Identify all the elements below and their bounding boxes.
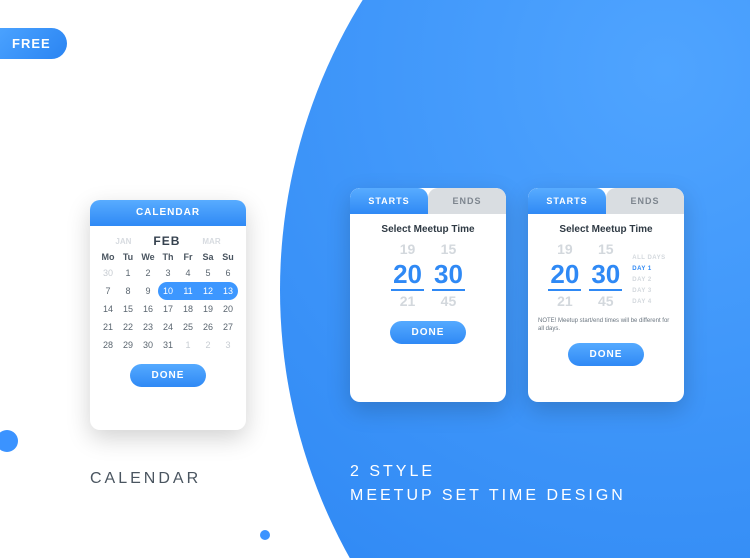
- hour-prev: 19: [389, 239, 426, 259]
- caption-line-1: 2 STYLE: [350, 460, 626, 484]
- picker-title: Select Meetup Time: [350, 214, 506, 239]
- minute-selected: 30: [589, 259, 622, 291]
- date-cell[interactable]: 21: [98, 318, 118, 336]
- date-cell[interactable]: 1: [118, 264, 138, 282]
- weekday-row: MoTuWeThFrSaSu: [90, 252, 246, 264]
- design-canvas: FREE CALENDAR JAN FEB MAR MoTuWeThFrSaSu…: [0, 0, 750, 558]
- date-cell[interactable]: 1: [178, 336, 198, 354]
- date-cell[interactable]: 16: [138, 300, 158, 318]
- done-button[interactable]: DONE: [568, 343, 645, 366]
- day-option-4[interactable]: DAY 4: [632, 297, 665, 308]
- date-cell[interactable]: 20: [218, 300, 238, 318]
- month-next[interactable]: MAR: [202, 237, 220, 246]
- date-cell[interactable]: 11: [178, 282, 198, 300]
- weekday-label: Su: [218, 252, 238, 264]
- picker-title: Select Meetup Time: [528, 214, 684, 239]
- date-cell[interactable]: 9: [138, 282, 158, 300]
- calendar-card: CALENDAR JAN FEB MAR MoTuWeThFrSaSu 3012…: [90, 200, 246, 430]
- date-cell[interactable]: 30: [98, 264, 118, 282]
- hour-next: 21: [389, 291, 426, 311]
- date-cell[interactable]: 30: [138, 336, 158, 354]
- weekday-label: Tu: [118, 252, 138, 264]
- date-cell[interactable]: 25: [178, 318, 198, 336]
- weekday-label: Sa: [198, 252, 218, 264]
- tab-ends[interactable]: ENDS: [606, 188, 684, 214]
- date-cell[interactable]: 17: [158, 300, 178, 318]
- minute-selected: 30: [432, 259, 465, 291]
- date-cell[interactable]: 23: [138, 318, 158, 336]
- hour-next: 21: [546, 291, 583, 311]
- date-cell[interactable]: 19: [198, 300, 218, 318]
- date-cell[interactable]: 8: [118, 282, 138, 300]
- tabs: STARTS ENDS: [350, 188, 506, 214]
- month-current: FEB: [153, 234, 180, 248]
- date-cell[interactable]: 27: [218, 318, 238, 336]
- caption-calendar: CALENDAR: [90, 470, 201, 488]
- date-cell[interactable]: 14: [98, 300, 118, 318]
- date-cell[interactable]: 5: [198, 264, 218, 282]
- decor-dot: [260, 530, 270, 540]
- caption-time-design: 2 STYLE MEETUP SET TIME DESIGN: [350, 460, 626, 508]
- date-cell[interactable]: 2: [198, 336, 218, 354]
- day-option-3[interactable]: DAY 3: [632, 286, 665, 297]
- minute-next: 45: [430, 291, 467, 311]
- weekday-label: Th: [158, 252, 178, 264]
- time-picker[interactable]: 19 20 21 15 30 45: [350, 239, 506, 311]
- done-button[interactable]: DONE: [130, 364, 207, 387]
- tab-ends[interactable]: ENDS: [428, 188, 506, 214]
- hour-column[interactable]: 19 20 21: [546, 239, 583, 311]
- hour-selected: 20: [548, 259, 581, 291]
- calendar-header: CALENDAR: [90, 200, 246, 226]
- date-cell[interactable]: 29: [118, 336, 138, 354]
- tab-starts[interactable]: STARTS: [350, 188, 428, 214]
- caption-line-2: MEETUP SET TIME DESIGN: [350, 484, 626, 508]
- weekday-label: Mo: [98, 252, 118, 264]
- minute-prev: 15: [587, 239, 624, 259]
- date-cell[interactable]: 12: [198, 282, 218, 300]
- day-option-1[interactable]: DAY 1: [632, 264, 665, 275]
- day-option-2[interactable]: DAY 2: [632, 275, 665, 286]
- day-option-all[interactable]: ALL DAYS: [632, 253, 665, 264]
- hour-column[interactable]: 19 20 21: [389, 239, 426, 311]
- free-badge: FREE: [0, 28, 67, 59]
- month-switcher[interactable]: JAN FEB MAR: [90, 226, 246, 252]
- date-cell[interactable]: 15: [118, 300, 138, 318]
- hour-selected: 20: [391, 259, 424, 291]
- date-cell[interactable]: 3: [158, 264, 178, 282]
- day-selector[interactable]: ALL DAYS DAY 1 DAY 2 DAY 3 DAY 4: [628, 239, 665, 308]
- date-cell[interactable]: 6: [218, 264, 238, 282]
- date-cell[interactable]: 2: [138, 264, 158, 282]
- minute-column[interactable]: 15 30 45: [587, 239, 624, 311]
- time-picker-card-b: STARTS ENDS Select Meetup Time 19 20 21 …: [528, 188, 684, 402]
- date-cell[interactable]: 31: [158, 336, 178, 354]
- weekday-label: Fr: [178, 252, 198, 264]
- date-cell[interactable]: 18: [178, 300, 198, 318]
- hour-prev: 19: [546, 239, 583, 259]
- date-cell[interactable]: 22: [118, 318, 138, 336]
- minute-prev: 15: [430, 239, 467, 259]
- date-grid: 3012345678910111213141516171819202122232…: [90, 264, 246, 354]
- time-picker[interactable]: 19 20 21 15 30 45 ALL DAYS DAY 1 DAY 2 D…: [528, 239, 684, 311]
- month-prev[interactable]: JAN: [115, 237, 131, 246]
- date-cell[interactable]: 28: [98, 336, 118, 354]
- date-cell[interactable]: 3: [218, 336, 238, 354]
- tab-starts[interactable]: STARTS: [528, 188, 606, 214]
- weekday-label: We: [138, 252, 158, 264]
- date-cell[interactable]: 13: [218, 282, 238, 300]
- done-button[interactable]: DONE: [390, 321, 467, 344]
- date-cell[interactable]: 7: [98, 282, 118, 300]
- minute-column[interactable]: 15 30 45: [430, 239, 467, 311]
- picker-note: NOTE! Meetup start/end times will be dif…: [528, 311, 684, 333]
- date-cell[interactable]: 4: [178, 264, 198, 282]
- decor-dot: [0, 430, 18, 452]
- tabs: STARTS ENDS: [528, 188, 684, 214]
- date-cell[interactable]: 24: [158, 318, 178, 336]
- time-picker-card-a: STARTS ENDS Select Meetup Time 19 20 21 …: [350, 188, 506, 402]
- date-cell[interactable]: 10: [158, 282, 178, 300]
- date-cell[interactable]: 26: [198, 318, 218, 336]
- minute-next: 45: [587, 291, 624, 311]
